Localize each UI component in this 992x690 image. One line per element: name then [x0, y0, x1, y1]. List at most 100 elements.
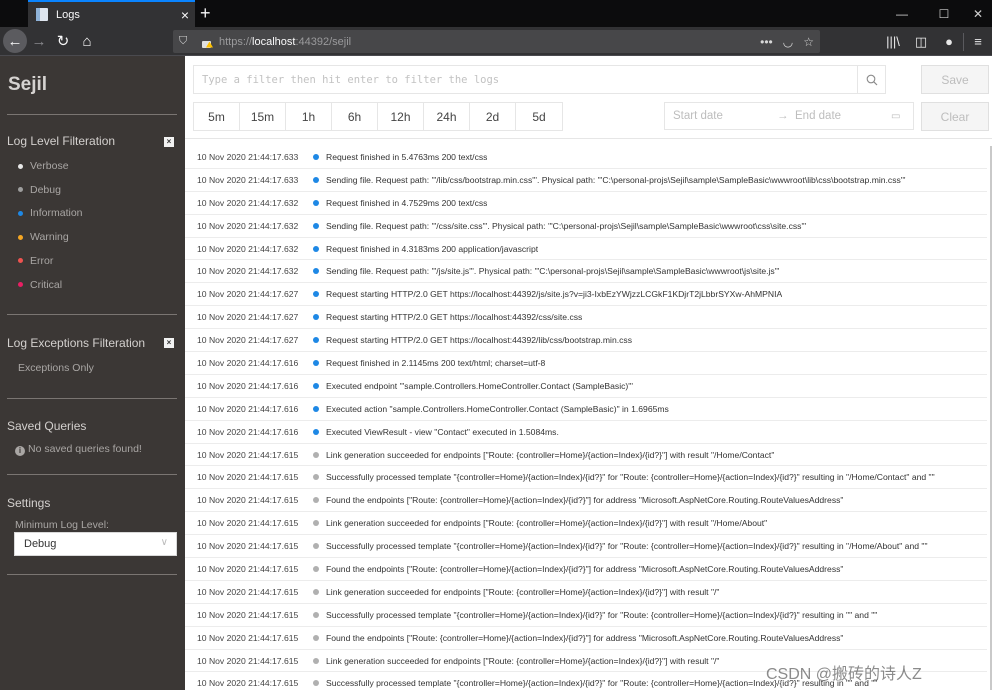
home-button[interactable]: ⌂: [75, 29, 99, 53]
more-actions-icon[interactable]: •••: [760, 35, 773, 49]
browser-tab-logs[interactable]: Logs ×: [28, 0, 195, 27]
insecure-lock-icon[interactable]: [201, 36, 213, 48]
pocket-icon[interactable]: ◡: [783, 35, 793, 49]
search-icon: [866, 74, 877, 85]
log-timestamp: 10 Nov 2020 21:44:17.632: [197, 266, 299, 277]
log-row[interactable]: 10 Nov 2020 21:44:17.615 Successfully pro…: [185, 466, 987, 490]
log-timestamp: 10 Nov 2020 21:44:17.615: [197, 472, 299, 483]
log-list: 10 Nov 2020 21:44:17.633 Request finished…: [185, 146, 987, 690]
log-level-debug[interactable]: Debug: [18, 184, 61, 196]
calendar-icon[interactable]: ▭: [891, 111, 913, 122]
url-text[interactable]: https://localhost:44392/sejil: [219, 36, 351, 48]
filter-input[interactable]: [194, 66, 857, 93]
log-row[interactable]: 10 Nov 2020 21:44:17.632 Sending file. Re…: [185, 215, 987, 238]
forward-button[interactable]: →: [27, 29, 51, 53]
clear-exceptions-filter-icon[interactable]: ×: [164, 338, 174, 348]
tab-title: Logs: [56, 8, 80, 21]
log-level-dot-icon: [313, 588, 319, 595]
log-level-dot-icon: [313, 176, 319, 183]
range-15m[interactable]: 15m: [240, 103, 286, 130]
log-row[interactable]: 10 Nov 2020 21:44:17.615 Link generation …: [185, 581, 987, 604]
exceptions-only-option[interactable]: Exceptions Only: [18, 362, 94, 374]
log-message: Successfully processed template "{contro…: [326, 609, 878, 620]
new-tab-button[interactable]: +: [200, 3, 211, 23]
log-message: Sending file. Request path: '"/lib/css/b…: [326, 174, 906, 185]
log-timestamp: 10 Nov 2020 21:44:17.615: [197, 449, 299, 460]
log-row[interactable]: 10 Nov 2020 21:44:17.633 Request finished…: [185, 146, 987, 169]
clear-button[interactable]: Clear: [921, 102, 989, 131]
divider: [7, 474, 177, 475]
log-row[interactable]: 10 Nov 2020 21:44:17.615 Link generation …: [185, 512, 987, 536]
range-6h[interactable]: 6h: [332, 103, 378, 130]
search-button[interactable]: [857, 66, 885, 93]
log-row[interactable]: 10 Nov 2020 21:44:17.615 Found the endpoi…: [185, 558, 987, 581]
divider: [7, 114, 177, 115]
close-window-button[interactable]: ✕: [960, 0, 992, 27]
log-level-dot-icon: [313, 359, 319, 366]
clear-level-filter-icon[interactable]: ×: [164, 137, 174, 147]
bookmark-star-icon[interactable]: ☆: [803, 35, 814, 49]
level-label: Verbose: [30, 160, 69, 172]
page-icon: [36, 8, 48, 21]
log-row[interactable]: 10 Nov 2020 21:44:17.633 Sending file. Re…: [185, 169, 987, 192]
log-level-warning[interactable]: Warning: [18, 231, 69, 243]
log-timestamp: 10 Nov 2020 21:44:17.632: [197, 197, 299, 208]
range-5m[interactable]: 5m: [194, 103, 240, 130]
main-panel: Save 5m15m1h6h12h24h2d5d Start date → En…: [185, 56, 992, 690]
log-row[interactable]: 10 Nov 2020 21:44:17.632 Sending file. Re…: [185, 260, 987, 284]
log-timestamp: 10 Nov 2020 21:44:17.633: [197, 174, 299, 185]
address-bar[interactable]: ⛉ https://localhost:44392/sejil ••• ◡ ☆: [173, 30, 820, 53]
tracking-shield-icon[interactable]: ⛉: [179, 35, 195, 48]
range-2d[interactable]: 2d: [470, 103, 516, 130]
log-row[interactable]: 10 Nov 2020 21:44:17.616 Executed action …: [185, 398, 987, 421]
close-tab-icon[interactable]: ×: [175, 7, 195, 23]
account-icon[interactable]: ●: [935, 34, 963, 49]
reload-button[interactable]: ↻: [51, 29, 75, 53]
range-24h[interactable]: 24h: [424, 103, 470, 130]
back-button[interactable]: ←: [3, 29, 27, 53]
log-level-critical[interactable]: Critical: [18, 279, 62, 291]
log-message: Request finished in 2.1145ms 200 text/ht…: [326, 357, 546, 368]
menu-icon[interactable]: ≡: [964, 34, 992, 49]
app-brand: Sejil: [8, 74, 48, 95]
date-range-picker[interactable]: Start date → End date ▭: [664, 102, 914, 130]
log-message: Found the endpoints ["Route: {controller…: [326, 495, 844, 506]
divider: [185, 138, 992, 139]
log-timestamp: 10 Nov 2020 21:44:17.627: [197, 335, 299, 346]
save-button[interactable]: Save: [921, 65, 989, 94]
log-message: Request starting HTTP/2.0 GET https://lo…: [326, 289, 783, 300]
log-row[interactable]: 10 Nov 2020 21:44:17.615 Link generation …: [185, 444, 987, 467]
no-saved-queries-message: i No saved queries found!: [15, 443, 142, 456]
log-row[interactable]: 10 Nov 2020 21:44:17.627 Request starting…: [185, 306, 987, 330]
range-5d[interactable]: 5d: [516, 103, 562, 130]
log-row[interactable]: 10 Nov 2020 21:44:17.616 Executed endpoin…: [185, 375, 987, 398]
range-1h[interactable]: 1h: [286, 103, 332, 130]
info-icon: i: [15, 446, 25, 456]
log-row[interactable]: 10 Nov 2020 21:44:17.627 Request starting…: [185, 283, 987, 307]
log-level-information[interactable]: Information: [18, 207, 83, 219]
log-level-error[interactable]: Error: [18, 255, 53, 267]
level-dot-icon: [18, 282, 23, 287]
log-row[interactable]: 10 Nov 2020 21:44:17.632 Request finished…: [185, 192, 987, 215]
library-icon[interactable]: |||\: [879, 34, 907, 49]
level-label: Debug: [30, 183, 61, 196]
log-row[interactable]: 10 Nov 2020 21:44:17.616 Request finished…: [185, 352, 987, 375]
log-row[interactable]: 10 Nov 2020 21:44:17.627 Request starting…: [185, 329, 987, 353]
log-row[interactable]: 10 Nov 2020 21:44:17.616 Executed ViewRes…: [185, 421, 987, 444]
sidebar-toggle-icon[interactable]: ◫: [907, 34, 935, 50]
log-row[interactable]: 10 Nov 2020 21:44:17.615 Successfully pro…: [185, 535, 987, 559]
log-message: Successfully processed template "{contro…: [326, 472, 935, 483]
log-message: Request starting HTTP/2.0 GET https://lo…: [326, 335, 633, 346]
log-row[interactable]: 10 Nov 2020 21:44:17.632 Request finished…: [185, 238, 987, 261]
log-row[interactable]: 10 Nov 2020 21:44:17.615 Found the endpoi…: [185, 489, 987, 513]
minimize-button[interactable]: —: [884, 0, 920, 27]
log-row[interactable]: 10 Nov 2020 21:44:17.615 Successfully pro…: [185, 604, 987, 627]
log-row[interactable]: 10 Nov 2020 21:44:17.615 Found the endpoi…: [185, 627, 987, 650]
log-level-dot-icon: [313, 382, 319, 389]
maximize-button[interactable]: ☐: [926, 0, 962, 27]
min-log-level-select[interactable]: Debug ∨: [14, 532, 177, 556]
end-date-input[interactable]: End date: [795, 110, 891, 122]
start-date-input[interactable]: Start date: [673, 110, 777, 122]
range-12h[interactable]: 12h: [378, 103, 424, 130]
log-level-verbose[interactable]: Verbose: [18, 160, 69, 172]
